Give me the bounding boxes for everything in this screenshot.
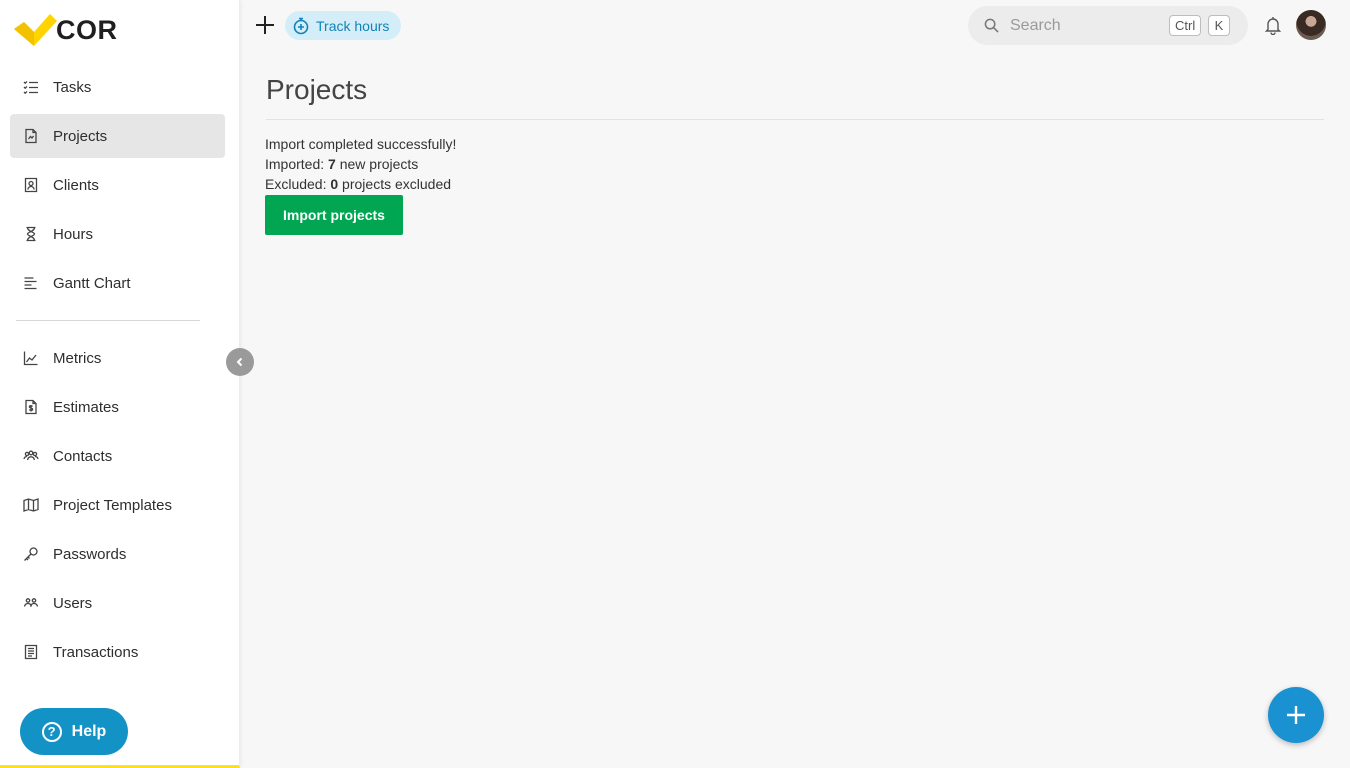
bell-icon (1264, 17, 1282, 36)
sidebar-item-label: Project Templates (53, 496, 172, 514)
key-icon (22, 545, 40, 563)
import-projects-button[interactable]: Import projects (265, 195, 403, 235)
map-icon (22, 496, 40, 514)
sidebar-item-users[interactable]: Users (10, 581, 225, 625)
sidebar-item-label: Metrics (53, 349, 102, 367)
import-status-message: Import completed successfully! (265, 136, 457, 152)
notifications-button[interactable] (1263, 15, 1283, 36)
contacts-icon (22, 447, 40, 465)
users-icon (22, 594, 40, 612)
excluded-prefix: Excluded: (265, 176, 331, 192)
track-hours-button[interactable]: Track hours (285, 11, 401, 40)
avatar[interactable] (1296, 10, 1326, 40)
sidebar: COR Tasks Projects Clients Hours Gantt C… (0, 0, 240, 768)
sidebar-item-label: Passwords (53, 545, 127, 563)
estimates-icon (22, 398, 40, 416)
stopwatch-icon (293, 17, 309, 34)
cor-logo-mark-icon (14, 14, 57, 46)
sidebar-collapse-button[interactable] (226, 348, 254, 376)
quick-add-button[interactable] (254, 14, 276, 36)
search-icon (984, 18, 999, 33)
sidebar-item-projects[interactable]: Projects (10, 114, 225, 158)
sidebar-item-metrics[interactable]: Metrics (10, 336, 225, 380)
search-bar[interactable]: Ctrl K (968, 6, 1248, 45)
title-divider (266, 119, 1324, 120)
sidebar-item-label: Contacts (53, 447, 113, 465)
excluded-suffix: projects excluded (338, 176, 452, 192)
sidebar-item-label: Clients (53, 176, 99, 194)
excluded-summary: Excluded: 0 projects excluded (265, 176, 451, 192)
cor-logo[interactable]: COR (12, 10, 118, 50)
sidebar-item-label: Projects (53, 127, 108, 145)
clients-icon (22, 176, 40, 194)
sidebar-nav: Tasks Projects Clients Hours Gantt Chart (10, 65, 225, 679)
gantt-icon (22, 274, 40, 292)
help-label: Help (71, 722, 107, 740)
sidebar-item-label: Transactions (53, 643, 139, 661)
track-hours-label: Track hours (316, 17, 390, 34)
sidebar-item-tasks[interactable]: Tasks (10, 65, 225, 109)
shortcut-key-ctrl: Ctrl (1169, 15, 1202, 36)
floating-add-button[interactable] (1268, 687, 1324, 743)
sidebar-item-transactions[interactable]: Transactions (10, 630, 225, 674)
sidebar-item-label: Estimates (53, 398, 119, 416)
imported-prefix: Imported: (265, 156, 329, 172)
imported-suffix: new projects (335, 156, 419, 172)
sidebar-item-gantt-chart[interactable]: Gantt Chart (10, 261, 225, 305)
hourglass-icon (22, 225, 40, 243)
transactions-icon (22, 643, 40, 661)
sidebar-item-hours[interactable]: Hours (10, 212, 225, 256)
sidebar-divider (16, 320, 200, 321)
imported-count: 7 (328, 156, 336, 172)
chevron-left-icon (236, 357, 243, 367)
sidebar-item-clients[interactable]: Clients (10, 163, 225, 207)
sidebar-item-passwords[interactable]: Passwords (10, 532, 225, 576)
tasks-icon (22, 78, 40, 96)
brand-name: COR (56, 14, 118, 45)
sidebar-item-estimates[interactable]: Estimates (10, 385, 225, 429)
plus-icon (256, 16, 274, 34)
sidebar-item-label: Users (53, 594, 93, 612)
excluded-count: 0 (330, 176, 339, 192)
projects-icon (22, 127, 40, 145)
shortcut-key-k: K (1208, 15, 1230, 36)
sidebar-item-contacts[interactable]: Contacts (10, 434, 225, 478)
page-title: Projects (266, 74, 368, 105)
sidebar-item-label: Hours (53, 225, 94, 243)
search-input[interactable] (1010, 16, 1160, 35)
help-icon: ? (41, 721, 62, 742)
metrics-icon (22, 349, 40, 367)
sidebar-item-project-templates[interactable]: Project Templates (10, 483, 225, 527)
imported-summary: Imported: 7 new projects (265, 156, 418, 172)
sidebar-item-label: Tasks (53, 78, 92, 96)
sidebar-item-label: Gantt Chart (53, 274, 131, 292)
plus-icon (1287, 706, 1305, 724)
help-button[interactable]: ? Help (20, 708, 128, 755)
